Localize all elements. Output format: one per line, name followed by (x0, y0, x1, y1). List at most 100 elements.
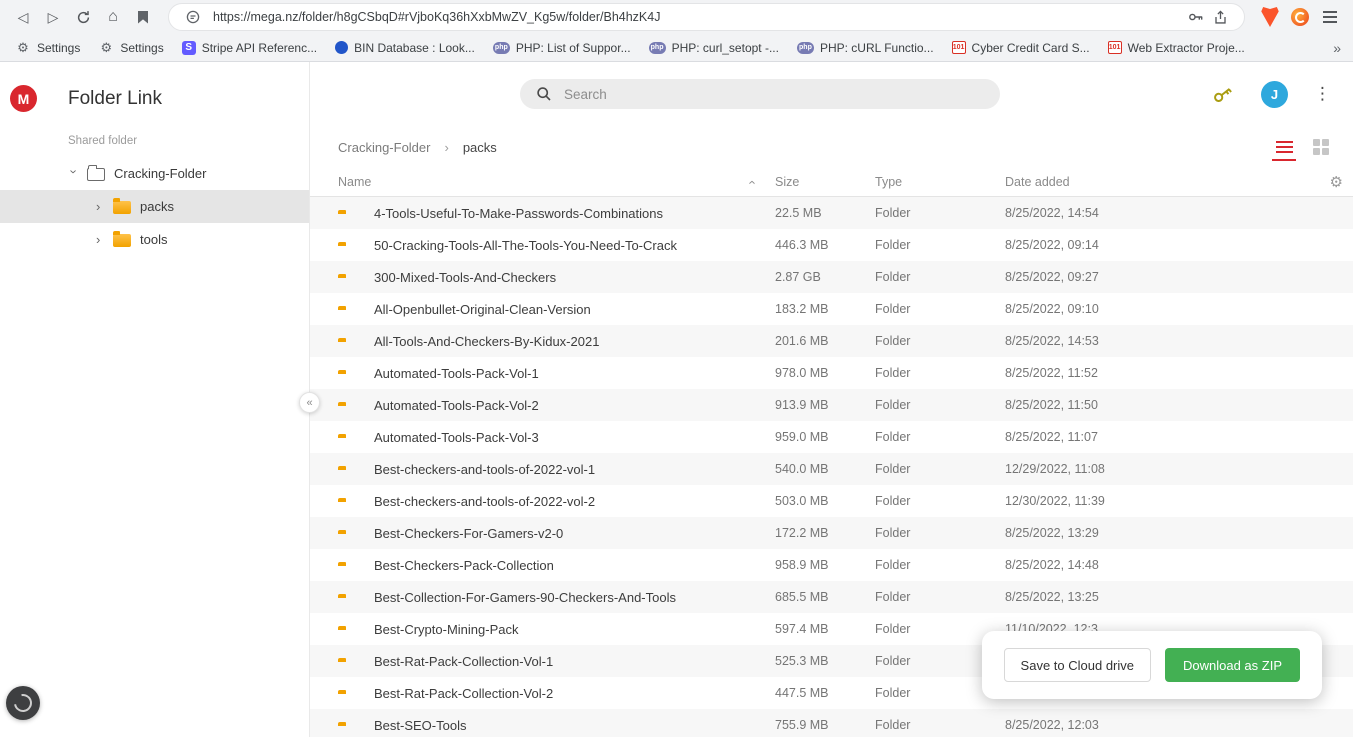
bookmark-item[interactable]: PHP: curl_setopt -... (640, 36, 788, 60)
table-row[interactable]: Best-SEO-Tools 755.9 MB Folder 8/25/2022… (310, 709, 1353, 737)
row-type: Folder (875, 526, 1005, 540)
table-row[interactable]: Best-Collection-For-Gamers-90-Checkers-A… (310, 581, 1353, 613)
search-bar[interactable] (520, 79, 1000, 109)
row-date: 12/29/2022, 11:08 (1005, 462, 1333, 476)
row-name: Automated-Tools-Pack-Vol-2 (374, 398, 775, 413)
reload-button[interactable] (68, 3, 98, 31)
row-type: Folder (875, 302, 1005, 316)
table-row[interactable]: All-Openbullet-Original-Clean-Version 18… (310, 293, 1353, 325)
chevron-icon[interactable] (96, 200, 104, 213)
row-size: 597.4 MB (775, 622, 875, 636)
floating-widget-button[interactable] (6, 686, 40, 720)
bookmark-button[interactable] (128, 3, 158, 31)
search-input[interactable] (564, 87, 984, 102)
password-key-icon[interactable] (1184, 5, 1208, 29)
tree-item[interactable]: packs (0, 190, 309, 223)
table-row[interactable]: 4-Tools-Useful-To-Make-Passwords-Combina… (310, 197, 1353, 229)
row-type: Folder (875, 366, 1005, 380)
breadcrumb: Cracking-Folder packs (310, 126, 1353, 168)
table-settings-gear-icon[interactable] (1330, 173, 1343, 191)
row-size: 503.0 MB (775, 494, 875, 508)
row-size: 2.87 GB (775, 270, 875, 284)
table-row[interactable]: Best-checkers-and-tools-of-2022-vol-2 50… (310, 485, 1353, 517)
row-type: Folder (875, 494, 1005, 508)
page-title: Folder Link (68, 88, 162, 110)
bookmarks-overflow-icon[interactable] (1333, 40, 1341, 56)
table-row[interactable]: Automated-Tools-Pack-Vol-2 913.9 MB Fold… (310, 389, 1353, 421)
brave-shield-button[interactable] (1255, 3, 1285, 31)
folder-icon (113, 234, 131, 247)
column-name[interactable]: Name (338, 175, 775, 190)
brave-lion-icon (1261, 7, 1280, 27)
bookmark-item[interactable]: Web Extractor Proje... (1099, 36, 1254, 60)
row-name: Best-checkers-and-tools-of-2022-vol-2 (374, 494, 775, 509)
tree-item[interactable]: tools (0, 223, 309, 256)
column-type[interactable]: Type (875, 175, 1005, 189)
chevron-icon[interactable] (96, 233, 104, 246)
main-panel: J Cracking-Folder packs Name Size (310, 62, 1353, 737)
share-icon[interactable] (1208, 5, 1232, 29)
extension-button[interactable] (1285, 3, 1315, 31)
column-size[interactable]: Size (775, 175, 875, 189)
avatar[interactable]: J (1261, 81, 1288, 108)
sidebar-header: M Folder Link (0, 85, 309, 112)
bookmark-item[interactable]: PHP: List of Suppor... (484, 36, 640, 60)
download-zip-button[interactable]: Download as ZIP (1165, 648, 1300, 682)
grid-view-button[interactable] (1311, 139, 1331, 155)
row-size: 540.0 MB (775, 462, 875, 476)
tree-item[interactable]: Cracking-Folder (0, 157, 309, 190)
folder-icon (87, 168, 105, 181)
sidebar-collapse-button[interactable] (299, 392, 320, 413)
table-row[interactable]: All-Tools-And-Checkers-By-Kidux-2021 201… (310, 325, 1353, 357)
bookmark-item[interactable]: Settings (6, 36, 89, 60)
table-row[interactable]: 300-Mixed-Tools-And-Checkers 2.87 GB Fol… (310, 261, 1353, 293)
row-size: 958.9 MB (775, 558, 875, 572)
overflow-menu-icon[interactable] (1314, 84, 1331, 104)
list-view-button[interactable] (1274, 139, 1294, 155)
url-input[interactable] (213, 10, 1184, 24)
sort-ascending-icon[interactable] (743, 180, 758, 184)
row-date: 8/25/2022, 13:29 (1005, 526, 1333, 540)
tree-item-label: Cracking-Folder (114, 166, 206, 181)
forward-button[interactable] (38, 3, 68, 31)
table-row[interactable]: Best-Checkers-Pack-Collection 958.9 MB F… (310, 549, 1353, 581)
row-size: 201.6 MB (775, 334, 875, 348)
row-name: Best-Rat-Pack-Collection-Vol-1 (374, 654, 775, 669)
save-to-cloud-button[interactable]: Save to Cloud drive (1004, 648, 1151, 682)
row-name: Best-checkers-and-tools-of-2022-vol-1 (374, 462, 775, 477)
shared-folder-label: Shared folder (68, 135, 309, 147)
bookmark-item[interactable]: Cyber Credit Card S... (943, 36, 1099, 60)
home-button[interactable] (98, 3, 128, 31)
site-info-icon[interactable] (181, 5, 205, 29)
address-bar[interactable] (168, 3, 1245, 31)
folder-key-icon[interactable] (1206, 77, 1240, 111)
table-row[interactable]: Best-Checkers-For-Gamers-v2-0 172.2 MB F… (310, 517, 1353, 549)
bookmark-item[interactable]: Settings (89, 36, 172, 60)
mega-logo[interactable]: M (10, 85, 37, 112)
row-name: Automated-Tools-Pack-Vol-1 (374, 366, 775, 381)
tree-item-label: packs (140, 199, 174, 214)
row-date: 8/25/2022, 13:25 (1005, 590, 1333, 604)
table-row[interactable]: Automated-Tools-Pack-Vol-1 978.0 MB Fold… (310, 357, 1353, 389)
row-size: 978.0 MB (775, 366, 875, 380)
menu-button[interactable] (1315, 3, 1345, 31)
row-size: 685.5 MB (775, 590, 875, 604)
sidebar: M Folder Link Shared folder Cracking-Fol… (0, 62, 310, 737)
row-date: 8/25/2022, 09:14 (1005, 238, 1333, 252)
column-date[interactable]: Date added (1005, 175, 1333, 189)
bookmark-item[interactable]: PHP: cURL Functio... (788, 36, 943, 60)
row-type: Folder (875, 238, 1005, 252)
row-type: Folder (875, 558, 1005, 572)
row-size: 525.3 MB (775, 654, 875, 668)
table-row[interactable]: Best-checkers-and-tools-of-2022-vol-1 54… (310, 453, 1353, 485)
bookmark-item[interactable]: BIN Database : Look... (326, 36, 484, 60)
row-name: 50-Cracking-Tools-All-The-Tools-You-Need… (374, 238, 775, 253)
breadcrumb-parent[interactable]: Cracking-Folder (338, 140, 430, 155)
table-row[interactable]: Automated-Tools-Pack-Vol-3 959.0 MB Fold… (310, 421, 1353, 453)
table-row[interactable]: 50-Cracking-Tools-All-The-Tools-You-Need… (310, 229, 1353, 261)
row-size: 172.2 MB (775, 526, 875, 540)
bookmark-favicon-icon (335, 41, 348, 54)
chevron-icon[interactable] (68, 170, 81, 178)
back-button[interactable] (8, 3, 38, 31)
bookmark-item[interactable]: Stripe API Referenc... (173, 36, 326, 60)
